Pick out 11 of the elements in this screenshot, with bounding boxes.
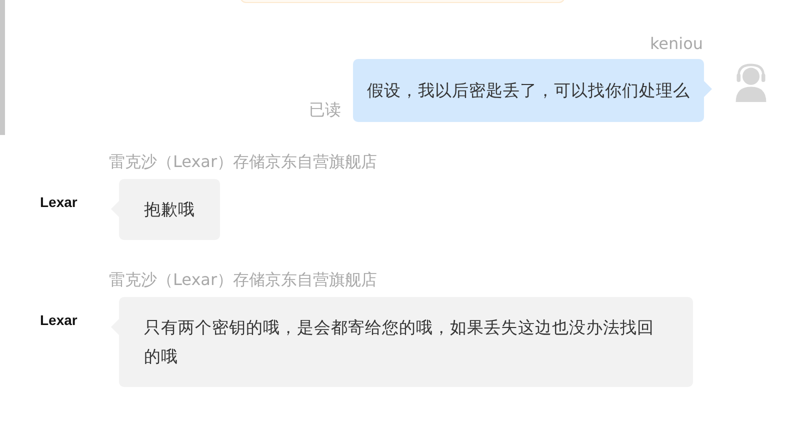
scrollbar[interactable] [0, 0, 5, 135]
store-logo: Lexar [40, 194, 78, 210]
bubble-tail [704, 81, 712, 97]
sender-name: keniou [650, 34, 703, 53]
message-bubble: 只有两个密钥的哦，是会都寄给您的哦，如果丢失这边也没办法找回的哦 [119, 297, 693, 387]
sender-name: 雷克沙（Lexar）存储京东自营旗舰店 [109, 152, 378, 173]
message-bubble: 假设，我以后密匙丢了，可以找你们处理么 [353, 59, 704, 122]
sender-name: 雷克沙（Lexar）存储京东自营旗舰店 [109, 270, 378, 291]
message-bubble: 抱歉哦 [119, 179, 220, 240]
read-receipt: 已读 [309, 100, 341, 121]
store-logo: Lexar [40, 312, 78, 328]
